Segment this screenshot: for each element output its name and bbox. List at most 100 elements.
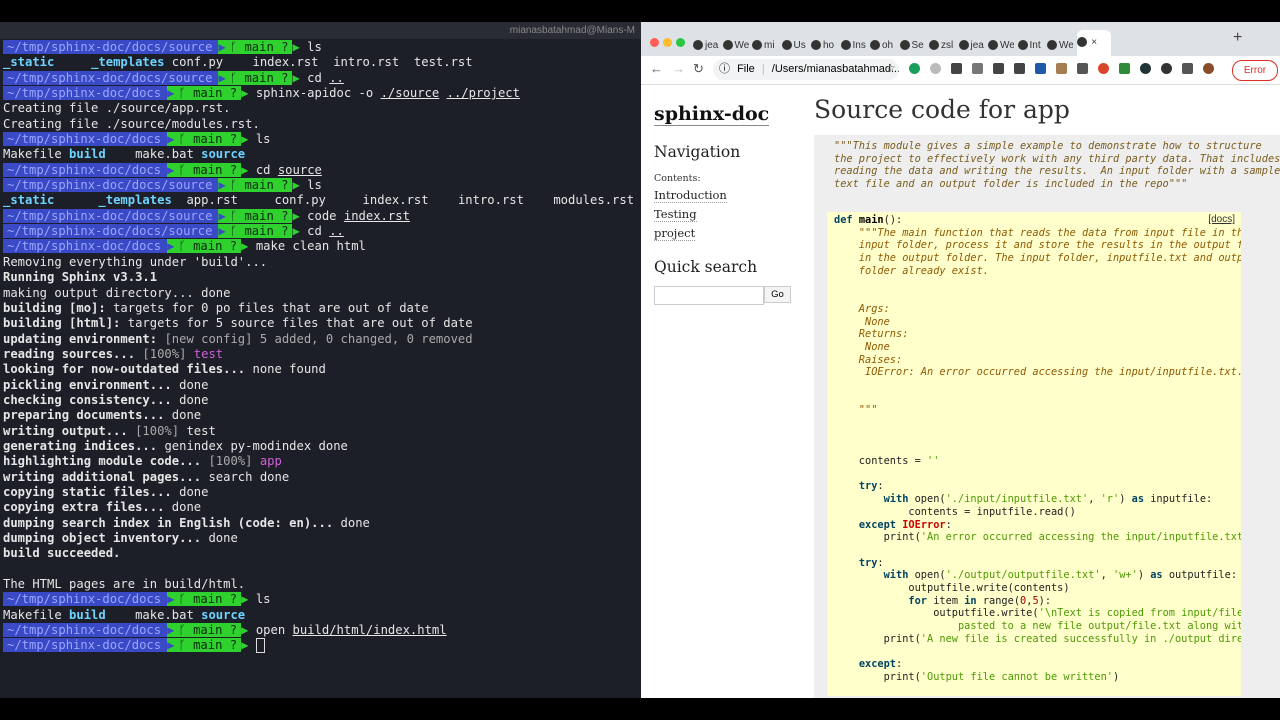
terminal-text: Creating file ./source/modules.rst. (3, 116, 260, 131)
tab-label: Ins (852, 40, 866, 51)
nav-link-introduction[interactable]: Introduction (654, 188, 727, 203)
dark-mode-icon[interactable] (1161, 62, 1172, 74)
maximize-window-button[interactable] (676, 38, 685, 47)
extension-icon[interactable] (1077, 62, 1088, 74)
terminal-output[interactable]: ~/tmp/sphinx-doc/docs/source ▶ ᚴ main ? ▶ l… (3, 40, 641, 654)
extension-icon[interactable] (972, 62, 983, 74)
browser-tab[interactable]: We (988, 36, 1014, 56)
new-tab-button[interactable]: + (1233, 29, 1242, 47)
bookmark-star-icon[interactable]: ☆ (885, 61, 896, 75)
prompt-git-branch: ᚴ main ? (174, 86, 242, 101)
terminal-text: writing output... (3, 423, 136, 438)
contents-label: Contents: (654, 173, 701, 184)
code-line: contents = '' (827, 455, 1241, 468)
prompt-directory: ~/tmp/sphinx-doc/docs/source (3, 70, 219, 85)
browser-tab[interactable]: mi (752, 36, 778, 56)
browser-tab[interactable]: zsl (929, 36, 955, 56)
go-button[interactable]: Go (764, 286, 791, 303)
minimize-window-button[interactable] (663, 38, 672, 47)
code-token: try (858, 480, 878, 493)
extension-icon[interactable] (1140, 62, 1151, 74)
prompt-separator: ▶ (292, 224, 308, 239)
extension-icon[interactable] (1098, 62, 1109, 74)
prompt-line: ~/tmp/sphinx-doc/docs ▶ ᚴ main ? ▶ (3, 638, 641, 654)
tab-favicon-icon (988, 40, 998, 51)
tab-close-icon[interactable]: × (1089, 37, 1097, 48)
terminal-cursor[interactable] (255, 638, 265, 654)
browser-tab[interactable]: jea (958, 36, 985, 56)
browser-tab[interactable]: Int (1017, 36, 1044, 56)
terminal-text: genindex py-modindex done (164, 438, 348, 453)
terminal-text: Makefile (3, 147, 70, 162)
extension-grid-icon[interactable] (951, 62, 962, 74)
code-token: : (945, 518, 952, 531)
nav-link-testing[interactable]: Testing (654, 207, 697, 222)
code-token: ) (1112, 670, 1120, 683)
browser-tab-active[interactable]: × (1076, 30, 1111, 56)
code-line: with open('./input/inputfile.txt', 'r') … (827, 493, 1241, 506)
avatar[interactable] (1203, 62, 1214, 74)
site-title-link[interactable]: sphinx-doc (654, 103, 770, 126)
code-token: contents = (834, 455, 927, 468)
close-window-button[interactable] (650, 38, 659, 47)
back-icon[interactable]: ← (650, 61, 663, 76)
terminal-text: _static (3, 55, 55, 70)
terminal-text: looking for now-outdated files... (3, 362, 253, 377)
terminal-text: copying extra files... (3, 500, 172, 515)
code-line: input folder, process it and store the r… (827, 239, 1241, 252)
browser-tab[interactable]: We (1047, 36, 1073, 56)
browser-tab[interactable]: jea (693, 36, 719, 56)
browser-tab[interactable]: ho (811, 36, 837, 56)
extension-icon[interactable] (1014, 62, 1025, 74)
error-button[interactable]: Error (1232, 60, 1278, 81)
code-token: './input/inputfile.txt' (945, 493, 1089, 506)
extension-icon[interactable] (1119, 62, 1130, 74)
code-token: : (877, 480, 884, 493)
output-line: writing additional pages... search done (3, 470, 641, 485)
prompt-separator: ▶ (292, 70, 308, 85)
browser-window[interactable]: jea We mi Us ho Ins oh Se zsl jea We Int We × + ← → … (641, 22, 1280, 698)
browser-tab[interactable]: oh (870, 36, 896, 56)
docs-link[interactable]: [docs] (1208, 214, 1235, 227)
terminal-text: building [html]: (3, 316, 128, 331)
browser-tab[interactable]: Se (899, 36, 926, 56)
terminal-window[interactable]: mianasbatahmad@Mians-M ~/tmp/sphinx-doc/… (0, 22, 641, 698)
terminal-text: dumping search index in English (code: e… (3, 515, 341, 530)
terminal-text: pickling environment... (3, 377, 180, 392)
browser-tab[interactable]: Us (781, 36, 808, 56)
prompt-directory: ~/tmp/sphinx-doc/docs (3, 162, 168, 177)
browser-tab[interactable]: Ins (840, 36, 867, 56)
terminal-text: build succeeded. (3, 546, 121, 561)
terminal-text: checking consistency... (3, 392, 180, 407)
code-line: folder already exist. (827, 265, 1241, 278)
extensions-puzzle-icon[interactable] (1182, 62, 1193, 74)
nav-link-project[interactable]: project (654, 226, 696, 241)
output-line: generating indices... genindex py-modind… (3, 439, 641, 454)
extensions-bar (909, 62, 1224, 74)
extension-icon[interactable] (993, 62, 1004, 74)
output-line: pickling environment... done (3, 378, 641, 393)
extension-icon[interactable] (909, 62, 920, 74)
output-line: dumping search index in English (code: e… (3, 516, 641, 531)
prompt-directory: ~/tmp/sphinx-doc/docs (3, 623, 168, 638)
extension-icon[interactable] (1035, 62, 1046, 74)
address-bar[interactable]: ⓘ File | /Users/mianasbatahmad... (713, 59, 899, 80)
prompt-line: ~/tmp/sphinx-doc/docs ▶ ᚴ main ? ▶ make cle… (3, 239, 641, 254)
forward-icon[interactable]: → (672, 61, 685, 76)
tab-label: mi (764, 40, 775, 51)
browser-toolbar: ← → ↻ ⓘ File | /Users/mianasbatahmad... … (641, 56, 1280, 85)
tab-label: Int (1029, 40, 1041, 51)
output-line: updating environment: [new config] 5 add… (3, 332, 641, 347)
reload-icon[interactable]: ↻ (693, 61, 704, 77)
search-input[interactable] (654, 286, 764, 305)
extension-icon[interactable] (930, 62, 941, 74)
terminal-text: none found (252, 362, 326, 377)
output-line: _static _templates conf.py index.rst int… (3, 55, 641, 70)
browser-tab[interactable]: We (722, 36, 749, 56)
extension-icon[interactable] (1056, 62, 1067, 74)
